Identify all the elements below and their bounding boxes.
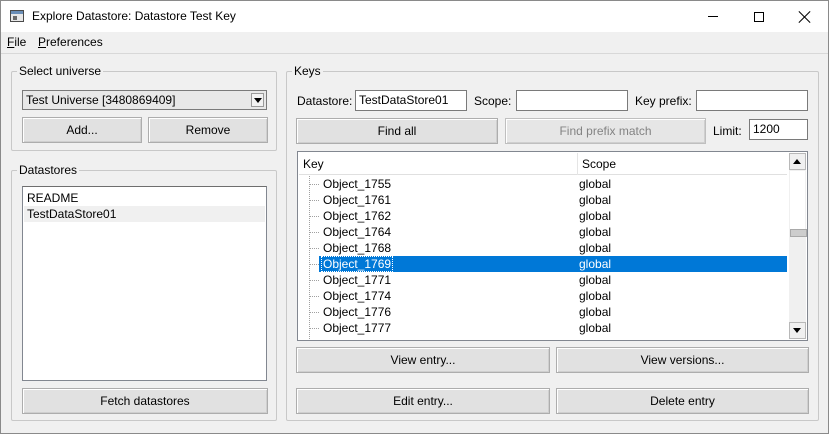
scope-field[interactable] <box>516 90 628 111</box>
row-key: Object_1774 <box>323 289 392 303</box>
row-scope: global <box>579 305 612 319</box>
view-entry-button[interactable]: View entry... <box>296 347 550 373</box>
datastore-label: Datastore: <box>297 94 353 108</box>
maximize-button[interactable] <box>736 1 782 32</box>
app-window-icon <box>10 10 24 22</box>
tree-row[interactable]: Object_1764 global <box>299 224 787 240</box>
menu-file[interactable]: File <box>7 35 26 49</box>
chevron-down-icon[interactable] <box>251 93 264 107</box>
row-key: Object_1755 <box>323 177 392 191</box>
tree-row[interactable]: Object_1762 global <box>299 208 787 224</box>
row-scope: global <box>579 225 612 239</box>
row-scope: global <box>579 193 612 207</box>
universe-combo[interactable]: Test Universe [3480869409] <box>22 90 267 110</box>
row-scope: global <box>579 289 612 303</box>
row-key: Object_1777 <box>323 321 392 335</box>
maximize-icon <box>754 11 764 22</box>
row-key: Object_1776 <box>323 305 392 319</box>
tree-row[interactable]: Object_1777 global <box>299 320 787 336</box>
row-key: Object_1769 <box>321 256 394 272</box>
tree-branch-stub <box>310 280 319 281</box>
limit-label: Limit: <box>713 124 742 138</box>
scroll-down-icon[interactable] <box>789 322 806 339</box>
keys-title: Keys <box>292 64 323 78</box>
limit-field[interactable]: 1200 <box>749 119 808 140</box>
menu-preferences-accel: P <box>38 35 47 49</box>
scroll-up-icon[interactable] <box>789 153 806 170</box>
row-scope: global <box>579 177 612 191</box>
tree-branch-stub <box>310 328 319 329</box>
minimize-button[interactable] <box>690 1 736 32</box>
tree-row[interactable]: Object_1771 global <box>299 272 787 288</box>
remove-universe-button[interactable]: Remove <box>148 117 268 143</box>
row-key: Object_1764 <box>323 225 392 239</box>
datastore-item-readme[interactable]: README <box>24 190 265 206</box>
row-key: Object_1761 <box>323 193 392 207</box>
keys-tree[interactable]: Key Scope Object_1755 global Object_1761… <box>297 151 808 341</box>
key-prefix-field[interactable] <box>696 90 808 111</box>
row-scope: global <box>579 209 612 223</box>
menu-file-rest: ile <box>14 35 27 49</box>
datastore-field[interactable]: TestDataStore01 <box>355 90 467 111</box>
add-universe-button[interactable]: Add... <box>22 117 142 143</box>
row-scope: global <box>579 273 612 287</box>
fetch-datastores-button[interactable]: Fetch datastores <box>22 388 268 414</box>
menu-preferences-rest: references <box>46 35 103 49</box>
row-key: Object_1768 <box>323 241 392 255</box>
keys-tree-header: Key Scope <box>299 153 787 175</box>
keys-tree-body: Object_1755 global Object_1761 global Ob… <box>299 176 787 340</box>
menu-bar: File Preferences <box>1 32 828 52</box>
select-universe-title: Select universe <box>17 64 104 78</box>
row-key: Object_1762 <box>323 209 392 223</box>
tree-branch-stub <box>310 216 319 217</box>
close-icon <box>799 11 811 23</box>
datastores-list[interactable]: README TestDataStore01 <box>22 186 267 381</box>
window-title: Explore Datastore: Datastore Test Key <box>32 9 236 23</box>
tree-branch-stub <box>310 200 319 201</box>
tree-branch-stub <box>310 232 319 233</box>
row-scope: global <box>579 321 612 335</box>
row-key: Object_1771 <box>323 273 392 287</box>
tree-row[interactable]: Object_1774 global <box>299 288 787 304</box>
key-prefix-label: Key prefix: <box>635 94 692 108</box>
tree-row-selected[interactable]: Object_1769 global <box>299 256 787 272</box>
row-scope: global <box>579 257 612 271</box>
close-button[interactable] <box>782 1 828 32</box>
delete-entry-button[interactable]: Delete entry <box>556 388 809 414</box>
datastores-title: Datastores <box>17 163 80 177</box>
tree-branch-stub <box>310 248 319 249</box>
explore-datastore-window: Explore Datastore: Datastore Test Key Fi… <box>0 0 829 434</box>
scrollbar-thumb[interactable] <box>790 171 807 237</box>
tree-branch-stub <box>310 184 319 185</box>
column-scope-header[interactable]: Scope <box>578 153 788 175</box>
find-prefix-match-button[interactable]: Find prefix match <box>505 118 706 144</box>
tree-row[interactable]: Object_1755 global <box>299 176 787 192</box>
tree-row[interactable]: Object_1776 global <box>299 304 787 320</box>
menu-separator <box>1 53 828 54</box>
edit-entry-button[interactable]: Edit entry... <box>296 388 550 414</box>
keys-tree-scrollbar[interactable] <box>789 153 807 339</box>
scope-label: Scope: <box>474 94 512 108</box>
tree-row[interactable]: Object_1768 global <box>299 240 787 256</box>
title-bar[interactable]: Explore Datastore: Datastore Test Key <box>1 1 828 32</box>
tree-branch-stub <box>310 312 319 313</box>
tree-branch-stub <box>310 296 319 297</box>
view-versions-button[interactable]: View versions... <box>556 347 809 373</box>
datastore-item-testdatastore01[interactable]: TestDataStore01 <box>24 206 265 222</box>
row-scope: global <box>579 241 612 255</box>
menu-preferences[interactable]: Preferences <box>38 35 103 49</box>
minimize-icon <box>708 16 718 17</box>
column-key-header[interactable]: Key <box>299 153 578 175</box>
tree-branch-stub <box>310 264 319 265</box>
find-all-button[interactable]: Find all <box>296 118 498 144</box>
tree-row[interactable]: Object_1761 global <box>299 192 787 208</box>
universe-combo-value: Test Universe [3480869409] <box>26 93 176 107</box>
